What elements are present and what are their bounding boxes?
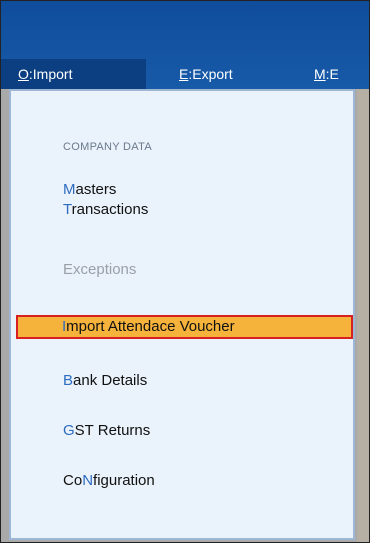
background-panel xyxy=(357,89,369,542)
transactions-label: ransactions xyxy=(71,201,149,218)
masters-hotkey: M xyxy=(63,181,76,198)
bank-details-label: ank Details xyxy=(73,372,148,389)
menu-item-masters[interactable]: Masters xyxy=(63,181,116,198)
menu-import[interactable]: O:Import xyxy=(1,59,146,89)
bank-details-hotkey: B xyxy=(63,372,74,389)
configuration-prefix: Co xyxy=(63,472,83,489)
import-attendance-label: mport Attendace Voucher xyxy=(66,318,235,335)
menu-export-label: :Export xyxy=(188,66,233,82)
menu-item-import-attendance-voucher[interactable]: Import Attendace Voucher xyxy=(16,315,353,339)
gst-returns-label: ST Returns xyxy=(74,422,151,439)
menu-m-label: :E xyxy=(325,66,339,82)
import-dropdown-menu: COMPANY DATA Masters Transactions Except… xyxy=(9,89,355,540)
menu-item-configuration[interactable]: CoNfiguration xyxy=(63,472,155,489)
menu-m[interactable]: M:E xyxy=(314,59,339,89)
menu-import-label: :Import xyxy=(28,66,73,82)
app-window: O:Import E:Export M:E COMPANY DATA Maste… xyxy=(0,0,370,543)
menu-export[interactable]: E:Export xyxy=(179,59,233,89)
menu-bar: O:Import E:Export M:E xyxy=(1,59,369,89)
configuration-hotkey: N xyxy=(82,472,94,489)
menu-item-transactions[interactable]: Transactions xyxy=(63,201,148,218)
section-title-company-data: COMPANY DATA xyxy=(63,141,152,153)
menu-m-hotkey: M xyxy=(314,66,326,82)
transactions-hotkey: T xyxy=(63,201,72,218)
menu-item-exceptions: Exceptions xyxy=(63,261,137,278)
menu-export-hotkey: E xyxy=(179,66,189,82)
menu-item-bank-details[interactable]: Bank Details xyxy=(63,372,147,389)
menu-item-gst-returns[interactable]: GST Returns xyxy=(63,422,150,439)
gst-returns-hotkey: G xyxy=(63,422,75,439)
configuration-label: figuration xyxy=(93,472,155,489)
masters-label: asters xyxy=(75,181,117,198)
menu-import-hotkey: O xyxy=(18,66,29,82)
